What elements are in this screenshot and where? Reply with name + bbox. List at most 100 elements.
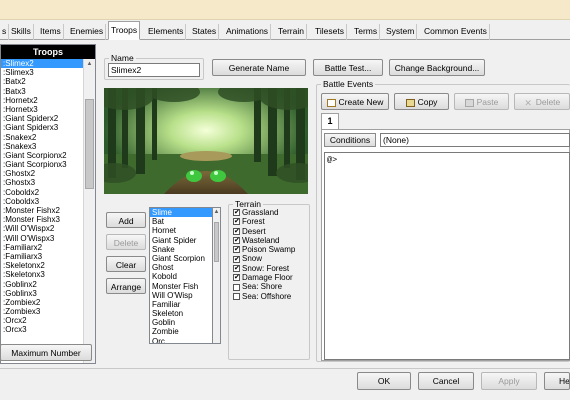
- troop-list-item[interactable]: :Goblinx2: [1, 280, 83, 289]
- checkmark-icon[interactable]: ✔: [233, 246, 240, 254]
- troop-list-item[interactable]: :Zombiex2: [1, 298, 83, 307]
- enemy-list-item[interactable]: Will O'Wisp: [150, 291, 212, 300]
- clear-enemies-button[interactable]: Clear: [106, 256, 146, 272]
- enemy-list-item[interactable]: Familiar: [150, 300, 212, 309]
- apply-button[interactable]: Apply: [481, 372, 537, 390]
- checkmark-icon[interactable]: ✔: [233, 255, 240, 263]
- terrain-checkbox[interactable]: ✔ Damage Floor: [233, 273, 305, 282]
- terrain-checkbox[interactable]: Sea: Offshore: [233, 292, 305, 301]
- delete-event-button[interactable]: ✕ Delete: [514, 93, 570, 110]
- troop-list-item[interactable]: :Monster Fishx3: [1, 215, 83, 224]
- troop-list-scrollbar[interactable]: ▲ ▼: [83, 59, 95, 363]
- help-button[interactable]: He: [544, 372, 570, 390]
- enemy-list-item[interactable]: Skeleton: [150, 309, 212, 318]
- checkmark-icon[interactable]: ✔: [233, 264, 240, 272]
- event-command-line[interactable]: @>: [327, 155, 567, 165]
- scroll-thumb[interactable]: [85, 99, 94, 189]
- troop-name-field[interactable]: Slimex2: [108, 63, 200, 77]
- change-background-button[interactable]: Change Background...: [389, 59, 485, 76]
- scroll-up-arrow-icon[interactable]: ▲: [84, 59, 95, 69]
- scroll-up-arrow-icon[interactable]: ▲: [213, 208, 220, 216]
- troop-list[interactable]: :Slimex2:Slimex3:Batx2:Batx3:Hornetx2:Ho…: [1, 59, 83, 365]
- tab-system[interactable]: System: [384, 24, 418, 40]
- ok-button[interactable]: OK: [357, 372, 411, 390]
- arrange-enemies-button[interactable]: Arrange: [106, 278, 146, 294]
- checkmark-icon[interactable]: ✔: [233, 218, 240, 226]
- enemy-list[interactable]: Slime Bat Hornet Giant Spider Snake Giant Sco…: [149, 207, 213, 344]
- enemy-list-scrollbar[interactable]: ▲: [212, 207, 221, 344]
- troop-list-item[interactable]: :Skeletonx3: [1, 270, 83, 279]
- troop-list-item[interactable]: :Zombiex3: [1, 307, 83, 316]
- enemy-list-item[interactable]: Orc: [150, 337, 212, 343]
- create-new-event-button[interactable]: Create New: [321, 93, 389, 110]
- troop-list-item[interactable]: :Skeletonx2: [1, 261, 83, 270]
- tab-states[interactable]: States: [190, 24, 220, 40]
- enemy-list-item[interactable]: Zombie: [150, 327, 212, 336]
- troop-list-item[interactable]: :Giant Spiderx3: [1, 123, 83, 132]
- troop-list-item[interactable]: :Will O'Wispx2: [1, 224, 83, 233]
- copy-event-button[interactable]: Copy: [394, 93, 449, 110]
- troop-list-item[interactable]: :Familiarx3: [1, 252, 83, 261]
- enemy-list-item[interactable]: Bat: [150, 217, 212, 226]
- delete-enemy-button[interactable]: Delete: [106, 234, 146, 250]
- terrain-checkbox[interactable]: ✔ Snow: [233, 254, 305, 263]
- enemy-list-item[interactable]: Hornet: [150, 226, 212, 235]
- troop-list-item[interactable]: :Ghostx3: [1, 178, 83, 187]
- troop-list-item[interactable]: :Monster Fishx2: [1, 206, 83, 215]
- terrain-checkbox[interactable]: ✔ Poison Swamp: [233, 245, 305, 254]
- tab-classes[interactable]: s: [0, 24, 10, 40]
- enemy-list-item[interactable]: Slime: [150, 208, 212, 218]
- tab-tilesets[interactable]: Tilesets: [313, 24, 347, 40]
- terrain-checkbox[interactable]: ✔ Wasteland: [233, 236, 305, 245]
- enemy-list-item[interactable]: Snake: [150, 245, 212, 254]
- tab-terrain[interactable]: Terrain: [276, 24, 307, 40]
- terrain-checkbox[interactable]: Sea: Shore: [233, 282, 305, 291]
- terrain-checkbox[interactable]: ✔ Grassland: [233, 208, 305, 217]
- troop-list-item[interactable]: :Familiarx2: [1, 243, 83, 252]
- tab-elements[interactable]: Elements: [146, 24, 187, 40]
- tab-terms[interactable]: Terms: [352, 24, 381, 40]
- scroll-thumb[interactable]: [214, 222, 219, 262]
- troop-list-item[interactable]: :Slimex3: [1, 68, 83, 77]
- troop-list-item[interactable]: :Coboldx2: [1, 188, 83, 197]
- empty-checkbox-icon[interactable]: [233, 292, 240, 300]
- tab-enemies[interactable]: Enemies: [68, 24, 107, 40]
- troop-list-item[interactable]: :Coboldx3: [1, 197, 83, 206]
- cancel-button[interactable]: Cancel: [418, 372, 474, 390]
- checkmark-icon[interactable]: ✔: [233, 274, 240, 282]
- generate-name-button[interactable]: Generate Name: [212, 59, 306, 76]
- event-page-tab-1[interactable]: 1: [321, 113, 339, 129]
- enemy-list-item[interactable]: Kobold: [150, 272, 212, 281]
- checkmark-icon[interactable]: ✔: [233, 209, 240, 217]
- troop-list-item[interactable]: :Giant Scorpionx3: [1, 160, 83, 169]
- maximum-number-button[interactable]: Maximum Number: [0, 344, 92, 361]
- troop-list-item[interactable]: :Giant Scorpionx2: [1, 151, 83, 160]
- enemy-list-item[interactable]: Monster Fish: [150, 282, 212, 291]
- tab-common-events[interactable]: Common Events: [422, 24, 490, 40]
- troop-list-item[interactable]: :Goblinx3: [1, 289, 83, 298]
- troop-list-item[interactable]: :Snakex2: [1, 133, 83, 142]
- terrain-checkbox[interactable]: ✔ Forest: [233, 217, 305, 226]
- troop-list-item[interactable]: :Hornetx2: [1, 96, 83, 105]
- tab-animations[interactable]: Animations: [224, 24, 272, 40]
- troop-list-item[interactable]: :Ghostx2: [1, 169, 83, 178]
- troop-list-item[interactable]: :Orcx2: [1, 316, 83, 325]
- troop-list-item[interactable]: :Slimex2: [1, 59, 83, 69]
- troop-list-item[interactable]: :Batx3: [1, 87, 83, 96]
- checkmark-icon[interactable]: ✔: [233, 227, 240, 235]
- troop-list-item[interactable]: :Hornetx3: [1, 105, 83, 114]
- enemy-list-item[interactable]: Goblin: [150, 318, 212, 327]
- conditions-button[interactable]: Conditions: [324, 133, 376, 147]
- terrain-checkbox[interactable]: ✔ Snow: Forest: [233, 264, 305, 273]
- paste-event-button[interactable]: Paste: [454, 93, 509, 110]
- tab-items[interactable]: Items: [38, 24, 64, 40]
- add-enemy-button[interactable]: Add: [106, 212, 146, 228]
- troop-list-item[interactable]: :Orcx3: [1, 325, 83, 334]
- checkmark-icon[interactable]: ✔: [233, 237, 240, 245]
- troop-list-item[interactable]: :Snakex3: [1, 142, 83, 151]
- enemy-list-item[interactable]: Giant Scorpion: [150, 254, 212, 263]
- troop-list-item[interactable]: :Batx2: [1, 77, 83, 86]
- troop-list-item[interactable]: :Will O'Wispx3: [1, 234, 83, 243]
- event-command-list[interactable]: @>: [324, 152, 570, 360]
- battle-test-button[interactable]: Battle Test...: [313, 59, 383, 76]
